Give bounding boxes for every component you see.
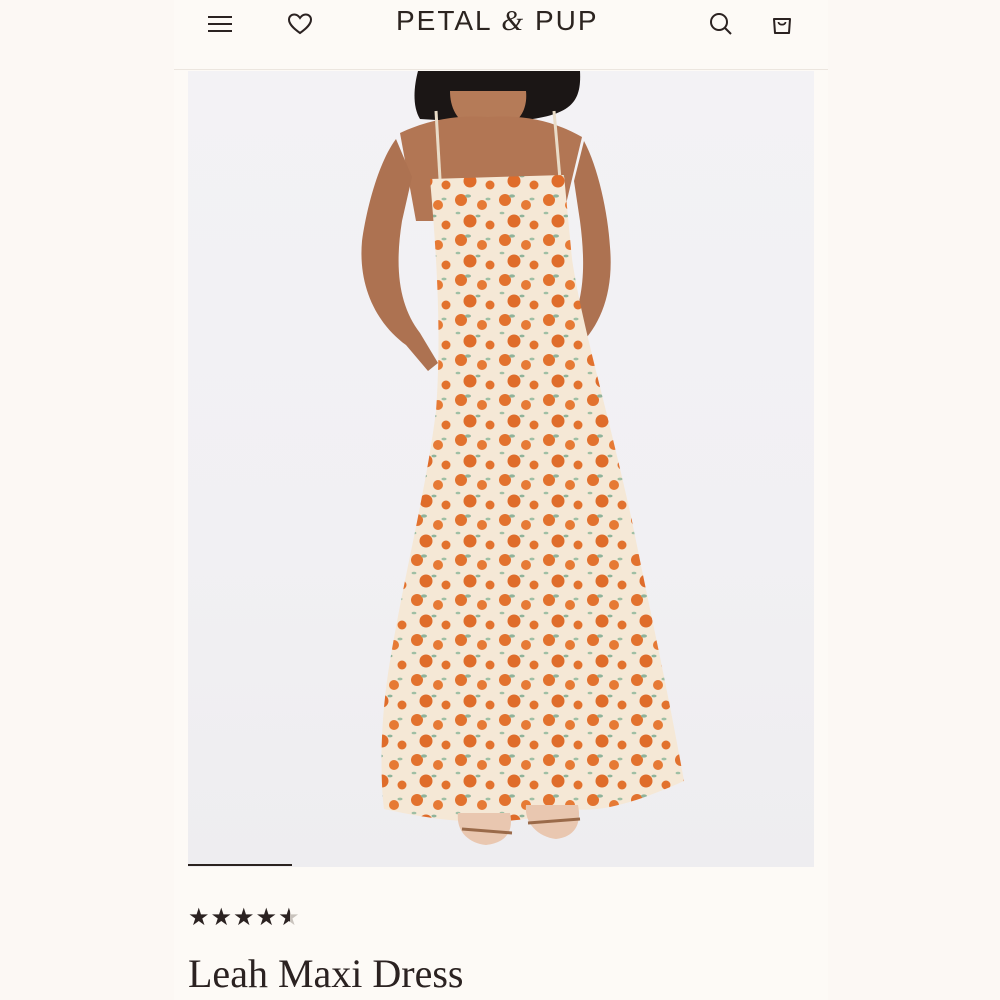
product-image[interactable] bbox=[188, 71, 814, 867]
brand-name: PETAL bbox=[396, 5, 492, 36]
product-page: PETAL & PUP ★ ★ ★ ★ ★ Leah Maxi Dress bbox=[174, 0, 828, 1000]
image-carousel-indicator[interactable] bbox=[188, 864, 292, 866]
heart-icon[interactable] bbox=[286, 10, 314, 38]
brand-name-end: PUP bbox=[534, 5, 599, 36]
product-title: Leah Maxi Dress bbox=[188, 951, 464, 996]
shopping-bag-icon[interactable] bbox=[768, 10, 796, 38]
search-icon[interactable] bbox=[707, 10, 735, 38]
brand-logo[interactable]: PETAL & PUP bbox=[396, 5, 599, 38]
star-icon: ★ bbox=[255, 903, 278, 931]
hamburger-menu-icon[interactable] bbox=[206, 10, 234, 38]
star-icon: ★ bbox=[210, 903, 233, 931]
star-rating[interactable]: ★ ★ ★ ★ ★ bbox=[188, 903, 300, 931]
half-star-icon: ★ bbox=[278, 903, 300, 931]
star-icon: ★ bbox=[233, 903, 255, 931]
site-header: PETAL & PUP bbox=[174, 0, 828, 70]
brand-ampersand: & bbox=[501, 6, 526, 37]
star-icon: ★ bbox=[188, 903, 210, 931]
